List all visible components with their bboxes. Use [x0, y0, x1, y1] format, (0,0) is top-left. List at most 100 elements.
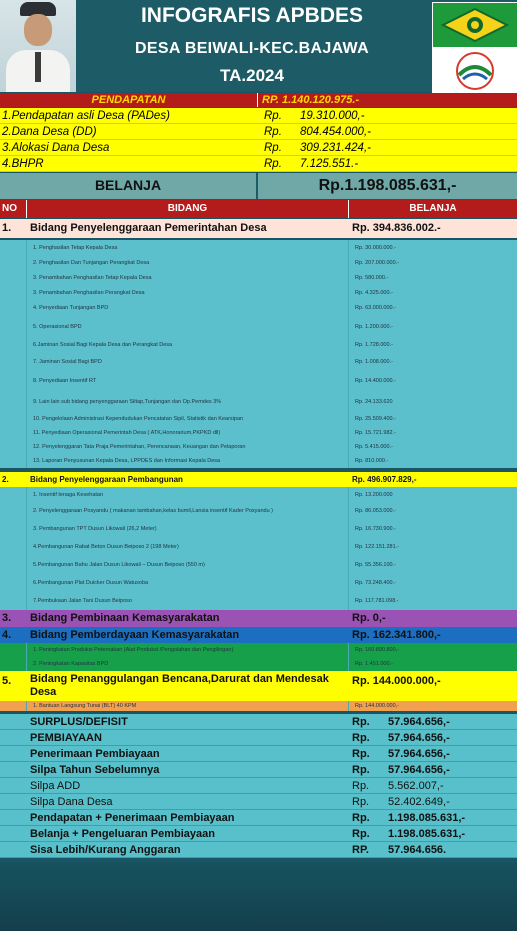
- bidang-name: Bidang Pembinaan Kemasyarakatan: [30, 612, 220, 624]
- income-label: 1.Pendapatan asli Desa (PADes): [2, 110, 170, 122]
- sub-item-no: [0, 337, 26, 353]
- summary-label: Pendapatan + Penerimaan Pembiayaan: [30, 812, 235, 824]
- bidang-name: Bidang Penyelenggaraan Pembangunan: [30, 475, 183, 484]
- summary-amount: Rp. 57.964.656,-: [348, 714, 517, 729]
- bidang-no: 3.: [2, 612, 12, 624]
- footer-band: [0, 862, 517, 931]
- sub-item-value: Rp. 5.415.000.-: [348, 440, 517, 454]
- sub-item-row: 8. Penyediaan Insentif RT Rp. 14.400.000.…: [0, 370, 517, 391]
- sub-item-row: 12. Penyelenggaran Tata Praja Pemerintah…: [0, 440, 517, 454]
- sub-item-value: Rp. 73.248.400.-: [348, 574, 517, 592]
- summary-row: Sisa Lebih/Kurang Anggaran RP. 57.964.656.: [0, 842, 517, 858]
- sub-item-row: 5. Operasional BPD Rp. 1.200.000.-: [0, 316, 517, 337]
- sub-item-no: [0, 520, 26, 538]
- sub-item-no: [0, 538, 26, 556]
- bidang-name: Bidang Pemberdayaan Kemasyarakatan: [30, 629, 240, 641]
- currency-prefix: Rp.: [352, 748, 370, 760]
- currency-prefix: Rp.: [352, 716, 370, 728]
- sub-item-label: 1. Insentif tenaga Kesehatan: [26, 487, 348, 502]
- currency-prefix: Rp.: [264, 110, 282, 122]
- summary-spacer: [0, 730, 26, 745]
- currency-prefix: Rp.: [352, 796, 370, 808]
- village-name: DESA BEIWALI-KEC.BAJAWA: [135, 40, 369, 57]
- sub-item-label: 3. Penambahan Penghasilan Tetap Kepala D…: [26, 270, 348, 285]
- sub-item-label: 8. Penyediaan Insentif RT: [26, 370, 348, 391]
- sub-item-value: Rp. 207.000.000.-: [348, 255, 517, 270]
- sub-item-value: Rp. 1.728.000.-: [348, 337, 517, 353]
- summary-row: PEMBIAYAAN Rp. 57.964.656,-: [0, 730, 517, 746]
- bidang-no: 2.: [2, 475, 9, 484]
- summary-spacer: [0, 746, 26, 761]
- summary-value: 1.198.085.631,-: [388, 828, 466, 840]
- income-row: 1.Pendapatan asli Desa (PADes) Rp. 19.310.…: [0, 108, 517, 124]
- summary-spacer: [0, 762, 26, 777]
- income-amount: Rp. 309.231.424,-: [258, 140, 517, 155]
- sub-item-no: [0, 574, 26, 592]
- sub-item-value: Rp. 13.200.000: [348, 487, 517, 502]
- bidang-row: 1. Bidang Penyelenggaraan Pemerintahan De…: [0, 219, 517, 238]
- summary-value: 57.964.656,-: [388, 732, 450, 744]
- sub-item-row: 3. Penambahan Penghasilan Perangkat Desa…: [0, 285, 517, 300]
- currency-prefix: Rp.: [352, 732, 370, 744]
- bidang-no: 4.: [2, 629, 12, 641]
- sub-item-row: 3. Penambahan Penghasilan Tetap Kepala D…: [0, 270, 517, 285]
- sub-item-value: Rp. 86.053.000.-: [348, 502, 517, 520]
- summary-spacer: [0, 826, 26, 841]
- official-portrait: [0, 0, 76, 92]
- sub-item-value: Rp. 63.000.000.-: [348, 300, 517, 316]
- summary-spacer: [0, 778, 26, 793]
- sub-item-value: Rp. 4.325.000.-: [348, 285, 517, 300]
- summary-value: 57.964.656,-: [388, 748, 450, 760]
- currency-prefix: Rp.: [264, 158, 282, 170]
- income-amount: Rp. 804.454.000,-: [258, 124, 517, 139]
- sub-item-row: 1. Insentif tenaga Kesehatan Rp. 13.200.0…: [0, 487, 517, 502]
- sub-item-no: [0, 370, 26, 391]
- sub-item-row: 10. Pengelolaan Administrasi Kependuduka…: [0, 412, 517, 426]
- summary-row: Silpa Dana Desa Rp. 52.402.649,-: [0, 794, 517, 810]
- bidang-row: 3. Bidang Pembinaan Kemasyarakatan Rp. 0,-: [0, 610, 517, 627]
- sub-item-label: 10. Pengelolaan Administrasi Kependuduka…: [26, 412, 348, 426]
- currency-prefix: Rp.: [352, 780, 370, 792]
- summary-row: Belanja + Pengeluaran Pembiayaan Rp. 1.198…: [0, 826, 517, 842]
- col-belanja: BELANJA: [348, 200, 517, 218]
- summary-value: 57.964.656,-: [388, 716, 450, 728]
- summary-row: Pendapatan + Penerimaan Pembiayaan Rp. 1.1…: [0, 810, 517, 826]
- income-value: 804.454.000,-: [300, 126, 371, 138]
- sub-item-row: 2. Peningkatan Kapasitas BPD Rp. 1.451.00…: [0, 657, 517, 671]
- bidang-name: Bidang Penanggulangan Bencana,Darurat da…: [30, 673, 329, 698]
- belanja-total: Rp.1.198.085.631,-: [318, 177, 457, 194]
- summary-amount: Rp. 52.402.649,-: [348, 794, 517, 809]
- ministry-logo: [432, 48, 517, 94]
- sub-item-no: [0, 285, 26, 300]
- income-row: 4.BHPR Rp. 7.125.551.-: [0, 156, 517, 172]
- sub-item-no: [0, 270, 26, 285]
- income-row: 3.Alokasi Dana Desa Rp. 309.231.424,-: [0, 140, 517, 156]
- sub-item-row: 13. Laporan Penyusunan Kepala Desa, LPPD…: [0, 454, 517, 468]
- summary-value: 57.964.656.: [388, 844, 447, 856]
- sub-item-label: 7.Pembukaan Jalan Tani Dusun Beiposo: [26, 592, 348, 610]
- bidang-row: 4. Bidang Pemberdayaan Kemasyarakatan Rp. …: [0, 627, 517, 643]
- sub-item-row: 1. Bantuan Langsung Tunai (BLT) 40 KPM Rp…: [0, 701, 517, 711]
- summary-value: 5.562.007,-: [388, 780, 444, 792]
- sub-item-no: [0, 391, 26, 412]
- infographic: INFOGRAFIS APBDES DESA BEIWALI-KEC.BAJAW…: [0, 0, 517, 931]
- sub-item-label: 2. Penyelenggaraan Posyandu ( makanan ta…: [26, 502, 348, 520]
- summary-label: Sisa Lebih/Kurang Anggaran: [30, 844, 181, 856]
- sub-item-row: 11. Penyediaan Operasional Pemerintah De…: [0, 426, 517, 440]
- sub-item-label: 11. Penyediaan Operasional Pemerintah De…: [26, 426, 348, 440]
- sub-item-label: 1. Peningkatan Produksi Peternakan (Alat…: [26, 643, 348, 657]
- sub-item-label: 5.Pembangunan Bahu Jalan Dusun Likowali …: [26, 556, 348, 574]
- sub-item-no: [0, 440, 26, 454]
- sub-item-no: [0, 592, 26, 610]
- header: INFOGRAFIS APBDES DESA BEIWALI-KEC.BAJAW…: [0, 0, 517, 94]
- summary-label: PEMBIAYAAN: [30, 732, 102, 744]
- bidang-value: Rp. 496.907.829,-: [352, 475, 417, 484]
- income-amount: Rp. 7.125.551.-: [258, 156, 517, 171]
- summary-label: SURPLUS/DEFISIT: [30, 716, 128, 728]
- regency-logo: [432, 2, 517, 48]
- sub-item-no: [0, 426, 26, 440]
- summary-spacer: [0, 714, 26, 729]
- summary-amount: Rp. 57.964.656,-: [348, 762, 517, 777]
- summary-label: Silpa ADD: [30, 780, 81, 792]
- summary-value: 57.964.656,-: [388, 764, 450, 776]
